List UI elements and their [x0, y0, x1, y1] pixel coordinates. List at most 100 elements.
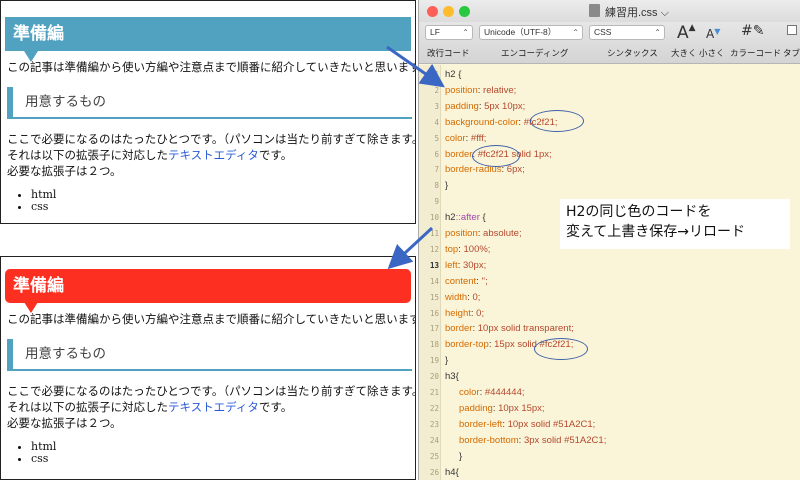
line-number: 8	[434, 181, 439, 191]
css-value: 10px solid transparent;	[477, 323, 574, 335]
css-selector: }	[445, 180, 449, 192]
css-property: position	[445, 84, 478, 96]
css-selector: }	[445, 355, 449, 367]
css-selector: h2 {	[445, 69, 462, 80]
css-selector: h2	[445, 212, 456, 224]
code-line: h4{	[445, 467, 459, 478]
body-line-2: それは以下の拡張子に対応したテキストエディタです。	[7, 147, 292, 163]
intro-text: この記事は準備編から使い方編や注意点まで順番に紹介していきたいと思います。	[7, 312, 416, 326]
line-number: 4	[434, 117, 439, 127]
font-bigger-icon[interactable]: A▲	[677, 23, 696, 43]
title-chevron-icon[interactable]: ⌵	[661, 7, 669, 19]
css-property: padding	[445, 100, 479, 112]
encoding-select[interactable]: Unicode（UTF-8）	[479, 25, 583, 40]
css-value: 100%;	[463, 243, 491, 255]
line-number: 24	[429, 435, 439, 445]
code-line: padding: 10px 15px;	[459, 403, 545, 414]
code-line: position: absolute;	[445, 228, 522, 239]
body-line-3: 必要な拡張子は２つ。	[7, 416, 122, 430]
line-number: 9	[434, 197, 439, 207]
code-line: }	[445, 355, 448, 366]
line-number: 14	[429, 276, 439, 286]
code-line: h2::after {	[445, 212, 486, 223]
css-selector: h3{	[445, 371, 459, 383]
line-ending-select[interactable]: LF	[425, 25, 473, 40]
line-number-gutter: 1 2 3 4 5 6 7 8 9 10 11 12 13 14 15 16 17 18 19 20 21 22 23 24 2…	[419, 65, 441, 480]
line-number: 15	[429, 292, 439, 302]
text-editor-link[interactable]: テキストエディタ	[168, 148, 259, 162]
css-property: border	[445, 323, 473, 335]
zoom-button[interactable]	[459, 6, 470, 17]
css-value: #fff;	[470, 132, 487, 144]
code-line: h2 {	[445, 69, 461, 80]
close-button[interactable]	[427, 6, 438, 17]
body-line-2: それは以下の拡張子に対応したテキストエディタです。	[7, 399, 292, 415]
code-line: border-left: 10px solid #51A2C1;	[459, 419, 595, 430]
syntax-select[interactable]: CSS	[589, 25, 665, 40]
body-line-1: ここで必要になるのはたったひとつです。（パソコンは当たり前すぎて除きます。）	[7, 132, 416, 146]
line-number: 12	[429, 244, 439, 254]
line-number: 22	[429, 403, 439, 413]
code-line: left: 30px;	[445, 260, 486, 271]
css-value: '';	[481, 275, 488, 287]
toolbar: LF 改行コード Unicode（UTF-8） エンコーディング CSS シンタ…	[419, 22, 800, 64]
annotation-line-1: H2の同じ色のコードを	[566, 204, 712, 220]
body-line-2-after: です。	[258, 400, 293, 414]
code-line: border-radius: 6px;	[445, 164, 525, 175]
code-line: position: relative;	[445, 85, 516, 96]
color-code-label: カラーコード	[730, 48, 782, 58]
css-property: border-bottom	[459, 434, 519, 446]
encoding-label: エンコーディング	[501, 48, 569, 58]
css-selector: }	[459, 450, 463, 462]
minimize-button[interactable]	[443, 6, 454, 17]
css-property: border	[445, 148, 473, 160]
title-bar: 練習用.css ⌵	[419, 0, 800, 22]
tab-checkbox-icon[interactable]	[787, 25, 797, 35]
color-code-icon[interactable]: #✎	[741, 23, 764, 39]
css-value: 0;	[476, 307, 485, 319]
body-line-2-after: です。	[258, 148, 293, 162]
highlight-ellipse-background-color	[530, 110, 584, 132]
line-number: 3	[434, 101, 439, 111]
text-editor-link[interactable]: テキストエディタ	[168, 400, 259, 414]
css-property: content	[445, 275, 477, 287]
body-line-1: ここで必要になるのはたったひとつです。（パソコンは当たり前すぎて除きます。）	[7, 384, 416, 398]
preview-after: 準備編 この記事は準備編から使い方編や注意点まで順番に紹介していきたいと思います…	[0, 256, 416, 480]
css-value: 3px solid #51A2C1;	[523, 434, 607, 446]
css-property: background-color	[445, 116, 519, 128]
syntax-label: シンタックス	[607, 48, 658, 58]
highlight-ellipse-border	[472, 145, 520, 167]
code-line: color: #fff;	[445, 133, 486, 144]
css-value: 10px 15px;	[498, 402, 545, 414]
code-line: border-bottom: 3px solid #51A2C1;	[459, 435, 606, 446]
css-value: 0;	[472, 291, 481, 303]
tab-label: タブ	[783, 48, 800, 58]
extension-list: html css	[19, 189, 56, 213]
line-number: 10	[429, 213, 439, 223]
code-line: h3{	[445, 371, 459, 382]
css-brace: {	[479, 212, 486, 224]
line-number: 19	[429, 356, 439, 366]
css-value: 30px;	[462, 259, 487, 271]
h2-heading: 準備編	[5, 269, 411, 303]
list-item: css	[31, 453, 56, 465]
css-value: relative;	[483, 84, 517, 96]
code-line: top: 100%;	[445, 244, 490, 255]
preview-before: 準備編 この記事は準備編から使い方編や注意点まで順番に紹介していきたいと思います…	[0, 0, 416, 224]
css-value: 5px 10px;	[484, 100, 526, 112]
css-property: color	[459, 387, 480, 398]
code-line: content: '';	[445, 276, 488, 287]
line-number: 18	[429, 340, 439, 350]
line-number: 1	[434, 70, 439, 79]
css-property: width	[445, 291, 468, 303]
body-line-2-before: それは以下の拡張子に対応した	[7, 148, 168, 162]
code-line: height: 0;	[445, 308, 484, 319]
line-ending-label: 改行コード	[427, 48, 470, 58]
line-number: 11	[429, 229, 439, 238]
font-smaller-icon[interactable]: A▼	[706, 27, 720, 41]
line-number: 5	[434, 133, 439, 143]
h3-heading: 用意するもの	[7, 87, 412, 119]
css-value: 6px;	[506, 164, 525, 176]
css-value: absolute;	[483, 228, 522, 239]
line-number: 13	[429, 260, 439, 270]
